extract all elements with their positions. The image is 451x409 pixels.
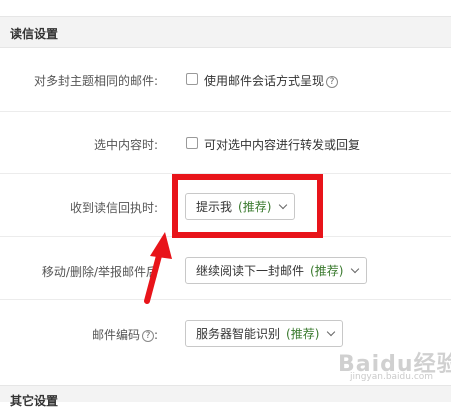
section-header-other-settings: 其它设置 <box>0 385 451 408</box>
annotation-highlight-box <box>172 174 323 238</box>
section-title: 读信设置 <box>10 27 59 41</box>
row-thread-mode: 对多封主题相同的邮件: 使用邮件会话方式呈现? <box>0 48 451 112</box>
read-receipt-label: 收到读信回执时: <box>69 201 158 215</box>
selected-content-label: 选中内容时: <box>93 138 158 152</box>
thread-mode-checkbox[interactable] <box>186 73 198 85</box>
after-move-label: 移动/删除/举报邮件后 <box>41 265 158 279</box>
after-move-select[interactable]: 继续阅读下一封邮件 (推荐) <box>185 257 368 284</box>
section-title-other: 其它设置 <box>10 394 59 408</box>
encoding-label: 邮件编码?: <box>92 326 158 343</box>
thread-mode-option[interactable]: 使用邮件会话方式呈现? <box>204 72 339 89</box>
encoding-label-text: 邮件编码 <box>91 328 140 342</box>
top-strip <box>0 0 451 16</box>
help-icon[interactable]: ? <box>141 330 154 342</box>
thread-mode-label: 对多封主题相同的邮件: <box>33 74 158 88</box>
recommended-tag: (推荐) <box>310 264 344 278</box>
selected-content-option-text[interactable]: 可对选中内容进行转发或回复 <box>204 136 360 153</box>
baidu-watermark-url: jingyan.baidu.com <box>350 372 434 382</box>
selected-content-checkbox[interactable] <box>186 137 198 149</box>
recommended-tag: (推荐) <box>286 327 320 341</box>
after-move-value: 继续阅读下一封邮件 <box>196 264 305 278</box>
row-selected-content: 选中内容时: 可对选中内容进行转发或回复 <box>0 112 451 174</box>
chevron-down-icon <box>351 264 360 273</box>
thread-mode-option-text: 使用邮件会话方式呈现 <box>204 74 325 88</box>
encoding-select[interactable]: 服务器智能识别 (推荐) <box>185 320 344 347</box>
chevron-down-icon <box>327 327 336 336</box>
section-header-read-settings: 读信设置 <box>0 16 451 48</box>
row-after-move: 移动/删除/举报邮件后 继续阅读下一封邮件 (推荐) <box>0 237 451 300</box>
encoding-value: 服务器智能识别 <box>196 327 281 341</box>
encoding-label-suffix: : <box>153 328 158 342</box>
help-icon[interactable]: ? <box>326 76 339 88</box>
